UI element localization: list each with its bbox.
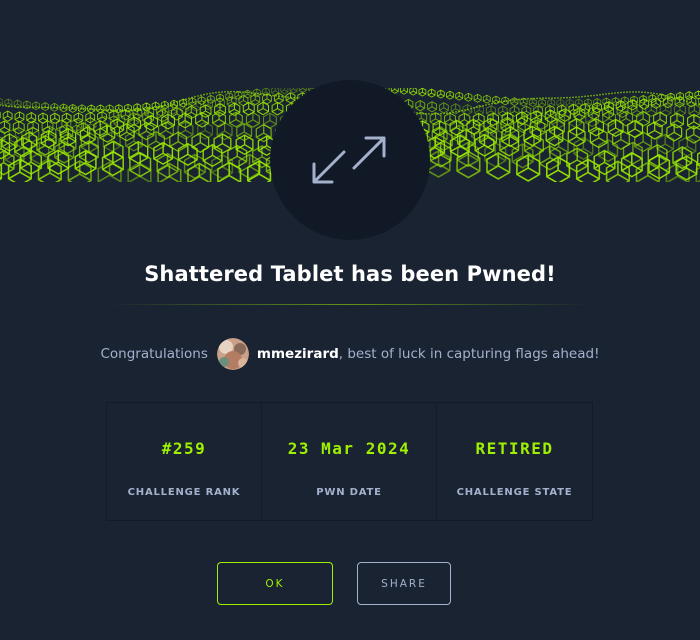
share-button[interactable]: SHARE <box>357 562 451 605</box>
congrats-suffix: , best of luck in capturing flags ahead! <box>338 346 600 362</box>
title-divider <box>110 304 590 305</box>
challenge-icon-circle <box>270 80 430 240</box>
username-link[interactable]: mmezirard <box>257 346 339 362</box>
stat-rank-value: #259 <box>161 439 207 458</box>
avatar[interactable] <box>216 338 249 370</box>
ok-button[interactable]: OK <box>217 562 333 605</box>
stat-challenge-state: RETIRED CHALLENGE STATE <box>436 403 592 520</box>
expand-arrows-icon <box>312 136 386 184</box>
stat-pwn-date: 23 Mar 2024 PWN DATE <box>261 403 436 520</box>
stat-date-label: PWN DATE <box>316 487 382 498</box>
stat-challenge-rank: #259 CHALLENGE RANK <box>107 403 261 520</box>
stats-panel: #259 CHALLENGE RANK 23 Mar 2024 PWN DATE… <box>106 402 593 521</box>
stat-state-label: CHALLENGE STATE <box>456 487 573 498</box>
stat-state-value: RETIRED <box>475 439 554 458</box>
pwned-title: Shattered Tablet has been Pwned! <box>144 262 556 286</box>
stat-date-value: 23 Mar 2024 <box>287 439 411 458</box>
congratulations-line: Congratulations mmezirard , best of luck… <box>0 337 700 371</box>
stat-rank-label: CHALLENGE RANK <box>127 487 241 498</box>
congrats-prefix: Congratulations <box>100 346 208 362</box>
